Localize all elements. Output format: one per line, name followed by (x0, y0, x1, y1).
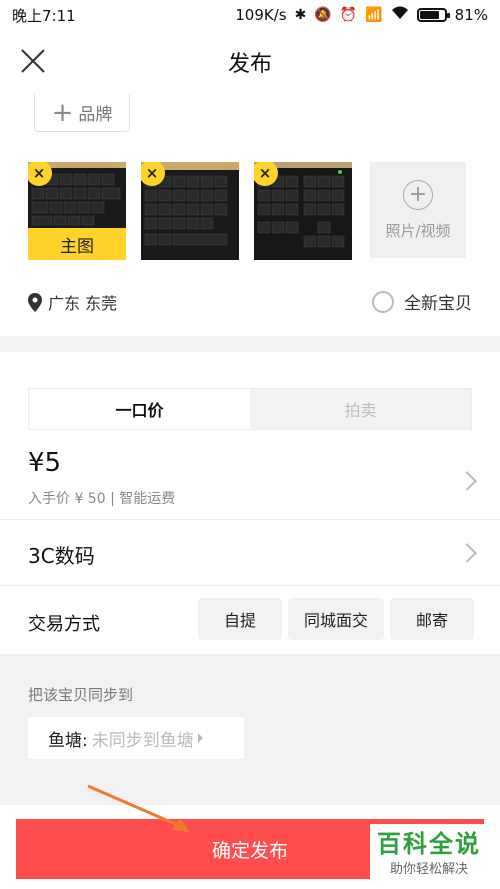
caret-right-icon (197, 733, 203, 743)
battery-fill (419, 11, 439, 19)
close-button[interactable] (18, 46, 48, 76)
photo-thumbnail[interactable]: × 主图 (28, 162, 126, 260)
battery-percent: 81% (454, 6, 488, 24)
close-icon: × (258, 164, 272, 182)
mute-icon: 🔕 (314, 7, 332, 23)
price-subtext: 入手价 ¥ 50 | 智能运费 (28, 491, 176, 507)
photo-thumbnail[interactable]: × (254, 162, 352, 260)
add-photo-video-button[interactable]: + 照片/视频 (370, 162, 466, 258)
status-time: 晚上7:11 (12, 6, 76, 25)
tab-auction[interactable]: 拍卖 (250, 389, 471, 429)
watermark-subtitle: 助你轻松解决 (389, 861, 468, 877)
trade-method-label: 交易方式 (28, 614, 100, 635)
category-text: 3C数码 (28, 544, 95, 568)
location[interactable]: 广东 东莞 (28, 290, 117, 314)
watermark-logo: 百科全说 助你轻松解决 (370, 824, 488, 884)
status-bar: 晚上7:11 109K/s ✱ 🔕 ⏰ 📶 81% (0, 0, 500, 30)
price-mode-tabs: 一口价 拍卖 (28, 388, 472, 430)
chevron-right-icon (457, 543, 477, 563)
location-pin-icon (28, 292, 42, 312)
brand-new-toggle[interactable]: 全新宝贝 (372, 289, 472, 314)
battery-icon (416, 8, 450, 22)
location-text: 广东 东莞 (48, 294, 118, 313)
add-icon: + (403, 179, 433, 210)
trade-option-pickup[interactable]: 自提 (198, 598, 282, 640)
add-media-label: 照片/视频 (385, 221, 451, 240)
status-icons: 109K/s ✱ 🔕 ⏰ 📶 81% (235, 6, 488, 24)
close-icon: × (32, 164, 46, 182)
close-icon (21, 49, 45, 73)
brand-new-label: 全新宝贝 (404, 294, 472, 314)
radio-button[interactable] (372, 290, 394, 313)
sync-label: 把该宝贝同步到 (28, 686, 134, 704)
price-row[interactable]: ¥5 入手价 ¥ 50 | 智能运费 (0, 442, 500, 520)
plus-icon: + (51, 97, 74, 128)
trade-option-mail[interactable]: 邮寄 (390, 598, 474, 640)
main-image-tag: 主图 (28, 228, 126, 260)
photo-thumbnail[interactable]: × (141, 162, 239, 260)
trade-option-local[interactable]: 同城面交 (288, 598, 384, 640)
signal-icon: 📶 (365, 7, 383, 23)
header: 发布 (0, 30, 500, 94)
category-row[interactable]: 3C数码 (0, 520, 500, 586)
trade-method-row: 交易方式 自提 同城面交 邮寄 (0, 586, 500, 654)
brand-label: 品牌 (78, 105, 113, 125)
price-value: ¥5 (28, 448, 62, 478)
watermark-title: 百科全说 (377, 830, 481, 859)
page-title: 发布 (227, 52, 272, 77)
network-speed: 109K/s (235, 6, 287, 24)
alarm-icon: ⏰ (339, 7, 358, 23)
wifi-icon (391, 6, 409, 24)
tab-fixed-price[interactable]: 一口价 (29, 389, 250, 429)
close-icon: × (145, 164, 159, 182)
chevron-right-icon (457, 471, 477, 491)
fishpond-value: 未同步到鱼塘 (91, 730, 194, 751)
pricing-section: 一口价 拍卖 ¥5 入手价 ¥ 50 | 智能运费 3C数码 交易方式 自提 同… (0, 352, 500, 654)
fishpond-sync-button[interactable]: 鱼塘: 未同步到鱼塘 (28, 717, 244, 759)
bluetooth-icon: ✱ (294, 7, 307, 23)
brand-button[interactable]: + 品牌 (34, 94, 130, 132)
media-section: + 品牌 × 主图 × × + 照片/视频 广东 东莞 全新宝贝 (0, 94, 500, 336)
fishpond-key: 鱼塘: (48, 730, 88, 751)
